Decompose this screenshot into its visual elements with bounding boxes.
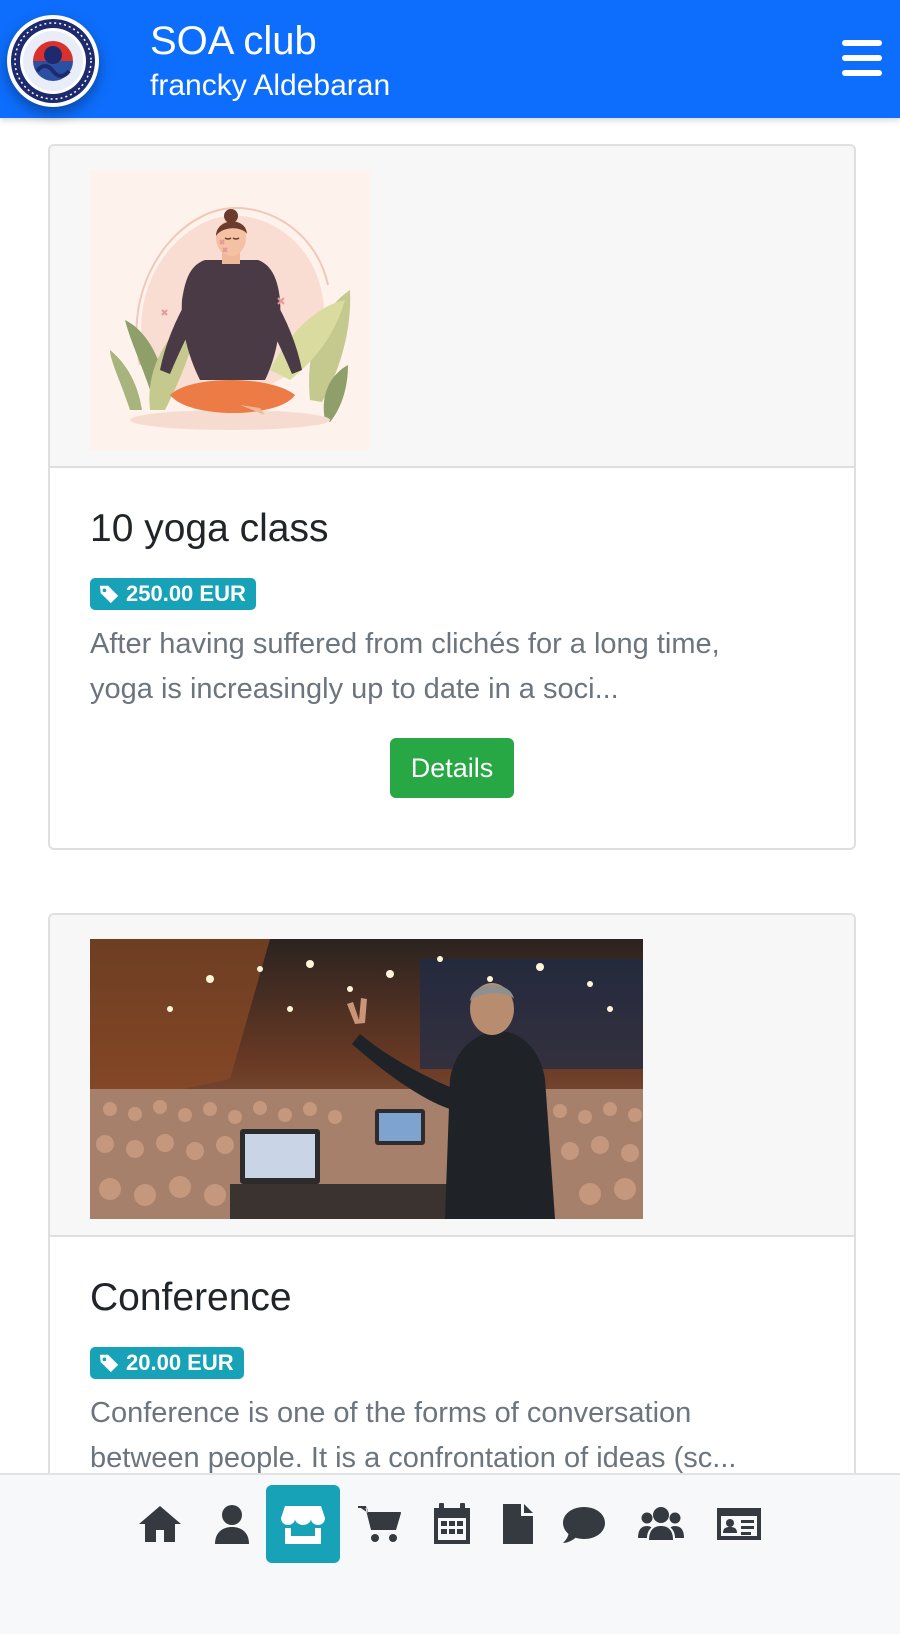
club-logo[interactable] xyxy=(7,15,99,107)
nav-chat-icon[interactable] xyxy=(547,1485,621,1563)
hamburger-menu-icon[interactable] xyxy=(842,40,882,76)
nav-group-icon[interactable] xyxy=(624,1485,698,1563)
product-image-area xyxy=(50,915,854,1237)
club-name: SOA club xyxy=(150,19,317,63)
product-card: 10 yoga class 250.00 EUR After having su… xyxy=(48,144,856,850)
price-badge: 250.00 EUR xyxy=(90,578,256,610)
product-title: Conference xyxy=(90,1276,292,1319)
details-button[interactable]: Details xyxy=(390,738,514,798)
product-description: Conference is one of the forms of conver… xyxy=(90,1397,737,1474)
price-badge: 20.00 EUR xyxy=(90,1347,244,1379)
price-tag-icon xyxy=(99,585,119,604)
nav-store-icon[interactable] xyxy=(266,1485,340,1563)
conference-speaker-photo xyxy=(90,939,643,1219)
product-title: 10 yoga class xyxy=(90,507,329,550)
nav-user-icon[interactable] xyxy=(195,1485,269,1563)
user-name: francky Aldebaran xyxy=(150,69,391,102)
price-value: 20.00 EUR xyxy=(126,1350,234,1375)
price-value: 250.00 EUR xyxy=(126,581,246,606)
app-header: SOA club francky Aldebaran xyxy=(0,0,900,118)
bottom-navigation xyxy=(0,1473,900,1634)
product-image-area xyxy=(50,146,854,468)
price-tag-icon xyxy=(99,1354,119,1373)
nav-calendar-icon[interactable] xyxy=(415,1485,489,1563)
product-card: Conference 20.00 EUR Conference is one o… xyxy=(48,913,856,1537)
club-crest-logo-icon xyxy=(8,16,98,106)
product-description: After having suffered from clichés for a… xyxy=(90,628,720,705)
yoga-meditation-illustration xyxy=(90,170,370,450)
nav-document-icon[interactable] xyxy=(480,1485,554,1563)
nav-id-card-icon[interactable] xyxy=(702,1485,776,1563)
nav-home-icon[interactable] xyxy=(123,1485,197,1563)
nav-cart-icon[interactable] xyxy=(343,1485,417,1563)
